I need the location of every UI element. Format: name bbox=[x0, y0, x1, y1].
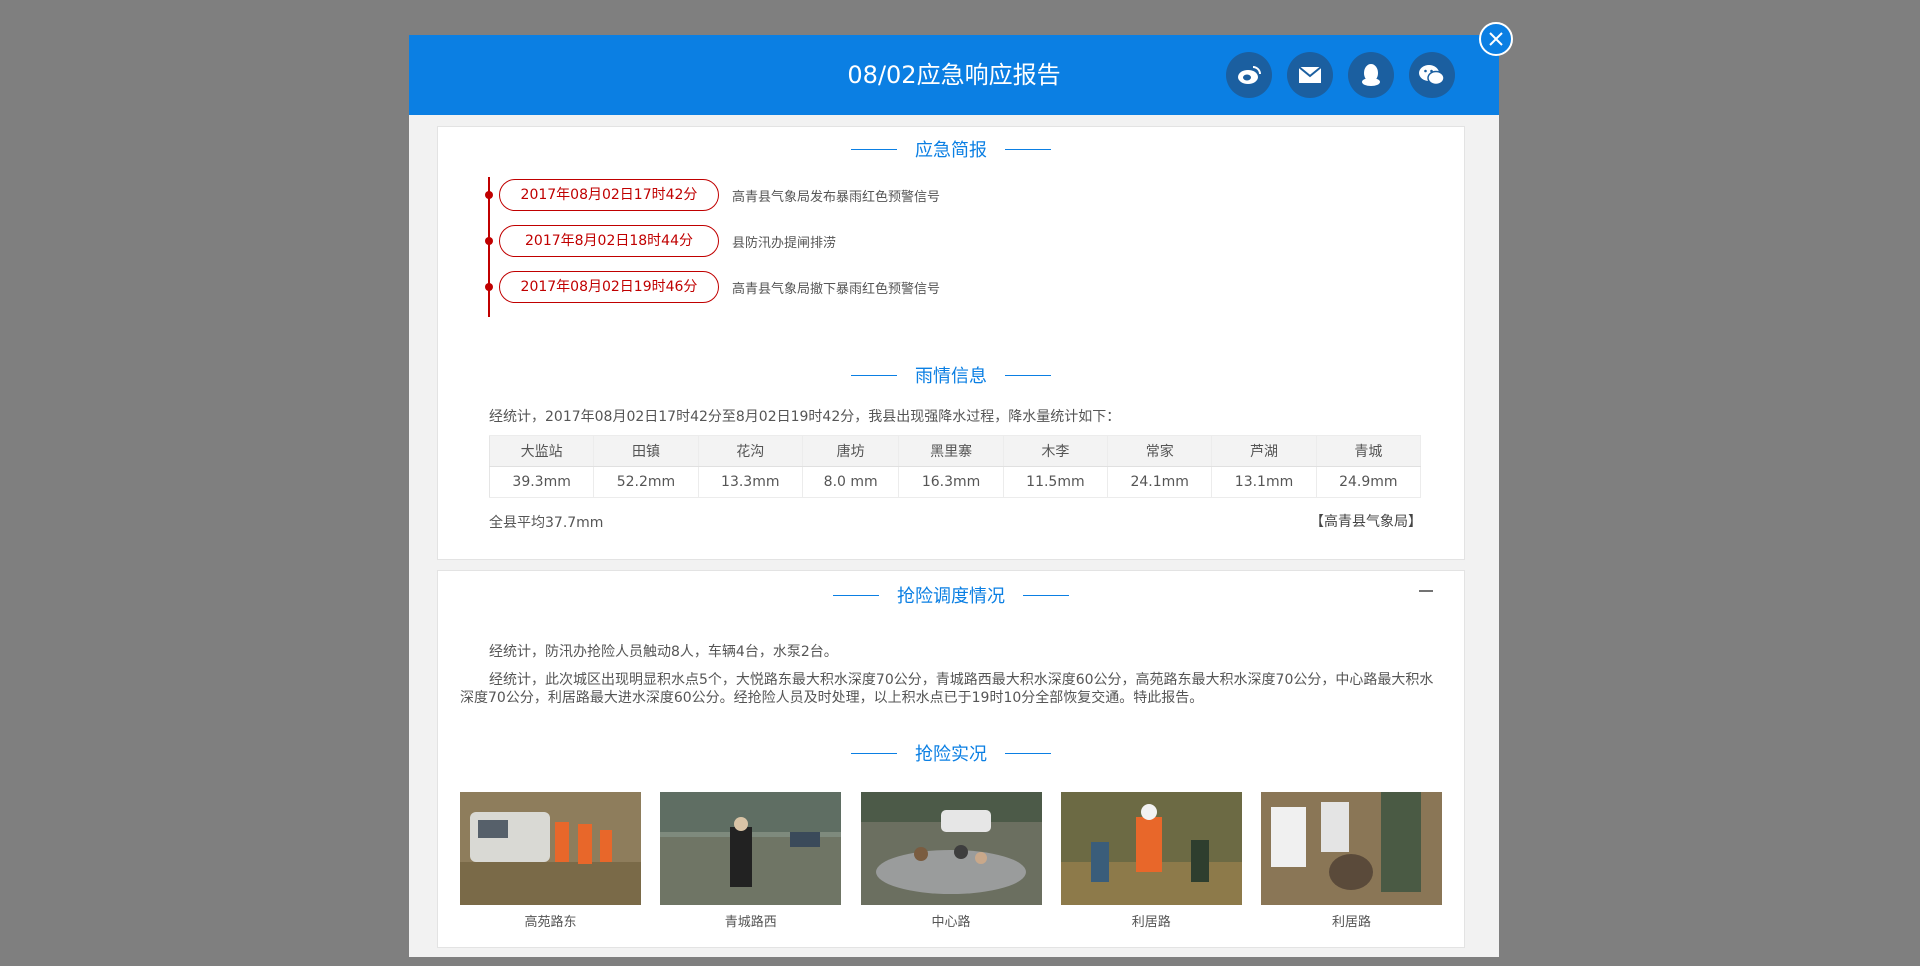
table-header-cell: 青城 bbox=[1315, 435, 1422, 467]
photo-gallery: 高苑路东 青城路西 中心路 利居路 利居路 bbox=[460, 792, 1442, 930]
timeline-time: 2017年08月02日19时46分 bbox=[499, 271, 719, 303]
table-header-cell: 黑里寨 bbox=[898, 435, 1004, 467]
rain-description: 经统计，2017年08月02日17时42分至8月02日19时42分，我县出现强降… bbox=[489, 409, 1121, 425]
email-icon[interactable] bbox=[1287, 52, 1333, 98]
table-cell: 24.9mm bbox=[1315, 466, 1422, 498]
timeline-dot bbox=[485, 237, 493, 245]
photo-item[interactable]: 青城路西 bbox=[660, 792, 842, 930]
table-header-cell: 大监站 bbox=[488, 435, 595, 467]
photo-caption: 利居路 bbox=[1331, 915, 1371, 930]
table-header-cell: 常家 bbox=[1107, 435, 1213, 467]
rain-table: 大监站 田镇 花沟 唐坊 黑里寨 木李 常家 芦湖 青城 39.3mm 52.2… bbox=[488, 435, 1422, 498]
rain-source: 【高青县气象局】 bbox=[1310, 514, 1422, 530]
qq-icon[interactable] bbox=[1348, 52, 1394, 98]
brief-title: 应急简报 bbox=[915, 140, 987, 161]
photo-caption: 青城路西 bbox=[724, 915, 777, 930]
table-cell: 13.1mm bbox=[1211, 466, 1317, 498]
table-header-cell: 木李 bbox=[1002, 435, 1109, 467]
photo-caption: 中心路 bbox=[931, 915, 971, 930]
brief-section-title: 应急简报 bbox=[438, 137, 1464, 161]
rain-section-title: 雨情信息 bbox=[438, 363, 1464, 387]
collapse-icon[interactable] bbox=[1418, 583, 1434, 599]
photos-title: 抢险实况 bbox=[915, 744, 987, 765]
photo-item[interactable]: 利居路 bbox=[1261, 792, 1442, 930]
dispatch-panel: 抢险调度情况 经统计，防汛办抢险人员触动8人，车辆4台，水泵2台。 经统计，此次… bbox=[437, 570, 1465, 948]
rain-average: 全县平均37.7mm bbox=[489, 515, 604, 531]
rescue-photo bbox=[460, 792, 641, 905]
photo-caption: 利居路 bbox=[1131, 915, 1171, 930]
wechat-icon[interactable] bbox=[1409, 52, 1455, 98]
timeline-text: 高青县气象局发布暴雨红色预警信号 bbox=[732, 189, 941, 205]
brief-rain-panel: 应急简报 2017年08月02日17时42分 高青县气象局发布暴雨红色预警信号 … bbox=[437, 126, 1465, 560]
timeline-item: 2017年8月02日18时44分 县防汛办提闸排涝 bbox=[485, 225, 836, 257]
rescue-photo bbox=[660, 792, 842, 905]
photo-item[interactable]: 中心路 bbox=[860, 792, 1042, 930]
dispatch-paragraph: 经统计，此次城区出现明显积水点5个，大悦路东最大积水深度70公分，青城路西最大积… bbox=[460, 672, 1434, 706]
table-header-cell: 唐坊 bbox=[801, 435, 900, 467]
report-modal: 08/02应急响应报告 应急简报 2017年08月02日17时42分 高青县气象… bbox=[409, 35, 1499, 957]
dispatch-title: 抢险调度情况 bbox=[897, 586, 1005, 607]
table-cell: 8.0 mm bbox=[801, 466, 900, 498]
timeline-item: 2017年08月02日19时46分 高青县气象局撤下暴雨红色预警信号 bbox=[485, 271, 940, 303]
table-cell: 52.2mm bbox=[593, 466, 699, 498]
table-header-cell: 花沟 bbox=[697, 435, 803, 467]
table-cell: 24.1mm bbox=[1107, 466, 1213, 498]
timeline-time: 2017年08月02日17时42分 bbox=[499, 179, 719, 211]
share-icons bbox=[1226, 52, 1455, 98]
weibo-icon[interactable] bbox=[1226, 52, 1272, 98]
table-cell: 11.5mm bbox=[1002, 466, 1109, 498]
timeline-item: 2017年08月02日17时42分 高青县气象局发布暴雨红色预警信号 bbox=[485, 179, 940, 211]
table-cell: 13.3mm bbox=[697, 466, 803, 498]
modal-header: 08/02应急响应报告 bbox=[409, 35, 1499, 115]
timeline-dot bbox=[485, 191, 493, 199]
rescue-photo bbox=[1060, 792, 1242, 905]
photo-caption: 高苑路东 bbox=[524, 915, 577, 930]
close-icon[interactable] bbox=[1479, 22, 1513, 56]
table-row: 39.3mm 52.2mm 13.3mm 8.0 mm 16.3mm 11.5m… bbox=[488, 466, 1422, 498]
timeline-text: 高青县气象局撤下暴雨红色预警信号 bbox=[732, 281, 941, 297]
rescue-photo bbox=[1261, 792, 1442, 905]
rain-title: 雨情信息 bbox=[915, 366, 987, 387]
table-header-cell: 田镇 bbox=[593, 435, 699, 467]
dispatch-paragraph: 经统计，防汛办抢险人员触动8人，车辆4台，水泵2台。 bbox=[489, 644, 838, 660]
dispatch-section-title: 抢险调度情况 bbox=[438, 583, 1464, 607]
photo-item[interactable]: 高苑路东 bbox=[460, 792, 641, 930]
table-header-cell: 芦湖 bbox=[1211, 435, 1317, 467]
photos-section-title: 抢险实况 bbox=[438, 741, 1464, 765]
timeline-time: 2017年8月02日18时44分 bbox=[499, 225, 719, 257]
timeline-text: 县防汛办提闸排涝 bbox=[732, 235, 837, 251]
table-header-row: 大监站 田镇 花沟 唐坊 黑里寨 木李 常家 芦湖 青城 bbox=[488, 435, 1422, 467]
table-cell: 39.3mm bbox=[488, 466, 595, 498]
rescue-photo bbox=[860, 792, 1042, 905]
photo-item[interactable]: 利居路 bbox=[1060, 792, 1242, 930]
timeline-dot bbox=[485, 283, 493, 291]
table-cell: 16.3mm bbox=[898, 466, 1004, 498]
